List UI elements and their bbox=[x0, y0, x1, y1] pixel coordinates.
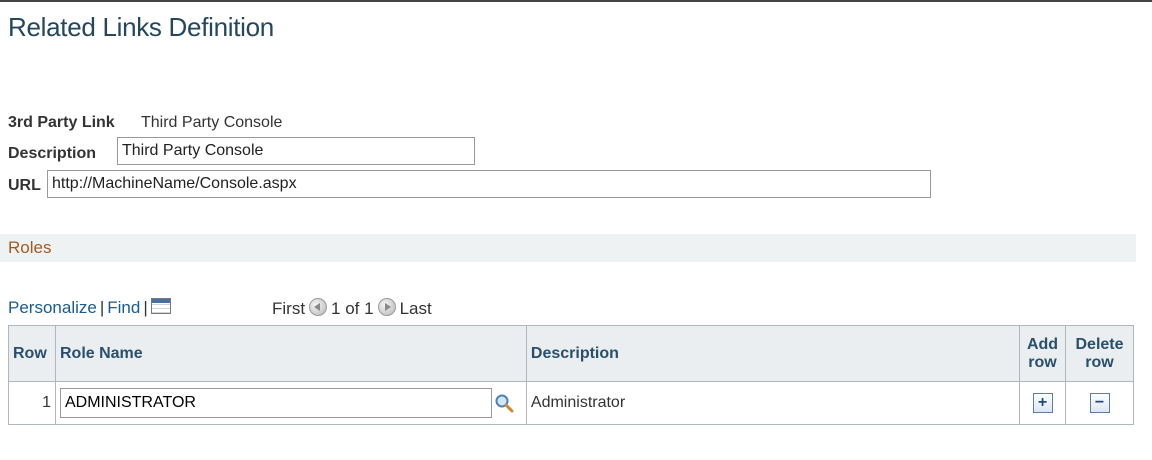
url-field[interactable] bbox=[47, 170, 931, 198]
delete-row-header-line1: Delete bbox=[1075, 335, 1124, 353]
add-row-header: Add row bbox=[1019, 325, 1066, 382]
description-field[interactable] bbox=[117, 137, 475, 165]
personalize-link[interactable]: Personalize bbox=[8, 298, 97, 317]
third-party-link-value: Third Party Console bbox=[141, 114, 283, 131]
description-header: Description bbox=[525, 325, 1021, 382]
add-row-button[interactable]: + bbox=[1032, 393, 1053, 413]
prev-arrow-icon[interactable] bbox=[309, 298, 328, 316]
separator: | bbox=[99, 298, 105, 317]
pager: First 1 of 1 Last bbox=[272, 298, 432, 319]
grid-toolbar: Personalize | Find | bbox=[8, 298, 171, 322]
description-label: Description bbox=[8, 145, 97, 162]
magnifier-icon[interactable] bbox=[494, 393, 514, 413]
page-title: Related Links Definition bbox=[8, 12, 274, 42]
third-party-link-label: 3rd Party Link bbox=[8, 114, 115, 131]
role-name-header: Role Name bbox=[54, 325, 527, 382]
first-label: First bbox=[272, 299, 306, 318]
description-cell: Administrator bbox=[525, 381, 1021, 425]
separator: | bbox=[143, 298, 148, 317]
find-link[interactable]: Find bbox=[107, 298, 140, 317]
add-row-header-line2: row bbox=[1028, 353, 1057, 371]
top-border bbox=[0, 0, 1152, 2]
delete-row-button[interactable]: − bbox=[1089, 393, 1110, 413]
table-header-row: Row Role Name Description Add row Delete r… bbox=[8, 325, 1134, 382]
delete-row-cell: − bbox=[1065, 381, 1134, 425]
table-row: 1 Administrator + − bbox=[8, 381, 1134, 425]
add-row-cell: + bbox=[1019, 381, 1066, 425]
url-label: URL bbox=[8, 177, 41, 194]
roles-section-title: Roles bbox=[8, 238, 52, 257]
last-label: Last bbox=[399, 299, 432, 318]
role-name-input[interactable] bbox=[59, 388, 492, 418]
role-name-cell bbox=[54, 381, 527, 425]
roles-section-header: Roles bbox=[0, 234, 1136, 262]
add-row-header-line1: Add bbox=[1026, 335, 1059, 353]
page-range: 1 of 1 bbox=[331, 299, 374, 318]
delete-row-header-line2: row bbox=[1085, 353, 1114, 371]
row-number: 1 bbox=[8, 381, 56, 425]
next-arrow-icon[interactable] bbox=[377, 298, 396, 316]
roles-table: Row Role Name Description Add row Delete r… bbox=[8, 325, 1134, 425]
row-header: Row bbox=[8, 325, 56, 382]
delete-row-header: Delete row bbox=[1065, 325, 1134, 382]
view-all-grid-icon[interactable] bbox=[150, 298, 171, 314]
